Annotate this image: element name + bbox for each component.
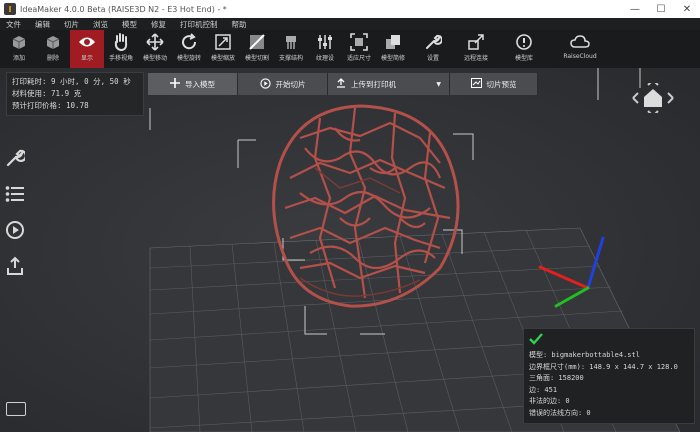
play-icon: [259, 77, 271, 91]
cloud-icon: [570, 33, 590, 51]
library-icon: [514, 33, 534, 51]
menu-printer-control[interactable]: 打印机控制: [180, 19, 218, 30]
menu-slice[interactable]: 切片: [64, 19, 79, 30]
plus-icon: [170, 78, 180, 90]
fit-size-button[interactable]: 适应尺寸: [342, 30, 376, 68]
menu-repair[interactable]: 修复: [151, 19, 166, 30]
list-icon: [5, 186, 24, 202]
menu-help[interactable]: 帮助: [232, 19, 247, 30]
sliders-icon: [315, 33, 335, 51]
preview-icon: [470, 78, 482, 90]
close-button[interactable]: ✕: [674, 0, 700, 18]
upload-to-printer-button[interactable]: 上传到打印机 ▼: [328, 73, 450, 95]
maximize-button[interactable]: ☐: [648, 0, 674, 18]
app-logo: I: [4, 3, 16, 15]
upload-icon: [336, 78, 346, 90]
menu-edit[interactable]: 编辑: [35, 19, 50, 30]
remote-connect-button[interactable]: 远程连接: [456, 30, 496, 68]
wrench-icon: [6, 149, 25, 167]
scale-icon: [213, 33, 233, 51]
cut-model-button[interactable]: 模型切割: [240, 30, 274, 68]
move-model-button[interactable]: 模型移动: [138, 30, 172, 68]
raisecloud-button[interactable]: RaiseCloud: [552, 30, 608, 68]
window-title: IdeaMaker 4.0.0 Beta (RAISE3D N2 - E3 Ho…: [20, 4, 227, 14]
model-name: 模型: bigmakerbottable4.stl: [529, 351, 640, 359]
remote-icon: [466, 33, 486, 51]
model-repair-button[interactable]: 模型简修: [376, 30, 410, 68]
model-list-button[interactable]: [0, 176, 30, 212]
export-side-button[interactable]: [0, 248, 30, 284]
toolbar: 添加 删除 显示 手移视角 模型移动 模型旋转 模型缩放 模型切割 支撑结构 纹…: [0, 30, 700, 68]
add-model-button[interactable]: 添加: [2, 30, 36, 68]
display-button[interactable]: 显示: [70, 30, 104, 68]
model-library-button[interactable]: 模型库: [496, 30, 552, 68]
chevron-down-icon: [647, 110, 659, 113]
texture-button[interactable]: 纹理设: [308, 30, 342, 68]
model-edges: 边: 451: [529, 385, 558, 394]
model-triangles: 三角面: 158200: [529, 374, 584, 382]
chevron-left-icon: [632, 92, 639, 104]
check-icon: [529, 333, 543, 345]
support-button[interactable]: 支撑结构: [274, 30, 308, 68]
hand-icon: [111, 33, 131, 51]
menu-bar: 文件 编辑 切片 浏览 模型 修复 打印机控制 帮助: [0, 18, 700, 30]
model-normal-errors: 错误的法线方向: 0: [529, 408, 591, 417]
pan-view-button[interactable]: 手移视角: [104, 30, 138, 68]
delete-model-icon: [43, 33, 63, 51]
model-info-panel: 模型: bigmakerbottable4.stl 边界框尺寸(mm): 148…: [523, 328, 695, 424]
minimize-button[interactable]: —: [622, 0, 648, 18]
left-sidebar: [0, 140, 30, 284]
action-bar: 导入模型 开始切片 上传到打印机 ▼ 切片预览: [148, 73, 538, 95]
print-price: 预计打印价格: 10.78: [12, 101, 89, 110]
start-print-side-button[interactable]: [0, 212, 30, 248]
fit-icon: [349, 33, 369, 51]
settings-side-button[interactable]: [0, 140, 30, 176]
material-usage: 材料使用: 71.9 克: [12, 89, 82, 98]
dropdown-arrow-icon[interactable]: ▼: [436, 81, 441, 88]
settings-button[interactable]: 设置: [410, 30, 456, 68]
menu-file[interactable]: 文件: [6, 19, 21, 30]
move-icon: [145, 33, 165, 51]
chevron-right-icon: [667, 92, 674, 104]
rotate-model-button[interactable]: 模型旋转: [172, 30, 206, 68]
print-stats-panel: 打印耗时: 9 小时, 0 分, 50 秒 材料使用: 71.9 克 预计打印价…: [6, 72, 144, 116]
menu-model[interactable]: 模型: [122, 19, 137, 30]
support-icon: [281, 33, 301, 51]
delete-model-button[interactable]: 删除: [36, 30, 70, 68]
keyboard-icon[interactable]: [6, 402, 26, 416]
wrench-icon: [423, 33, 443, 51]
repair-icon: [383, 33, 403, 51]
cut-icon: [247, 33, 267, 51]
menu-view[interactable]: 浏览: [93, 19, 108, 30]
start-slice-button[interactable]: 开始切片: [238, 73, 328, 95]
home-icon: [644, 89, 662, 107]
rotate-icon: [179, 33, 199, 51]
model-bounding-box: 边界框尺寸(mm): 148.9 x 144.7 x 128.0: [529, 362, 678, 371]
play-circle-icon: [6, 221, 24, 239]
view-nav-cluster[interactable]: [630, 83, 676, 113]
add-model-icon: [9, 33, 29, 51]
export-icon: [7, 256, 23, 275]
chevron-up-icon: [647, 83, 659, 86]
slice-preview-button[interactable]: 切片预览: [450, 73, 538, 95]
scale-model-button[interactable]: 模型缩放: [206, 30, 240, 68]
model-nonmanifold-edges: 非法的边: 0: [529, 397, 570, 405]
eye-icon: [77, 33, 97, 51]
import-model-button[interactable]: 导入模型: [148, 73, 238, 95]
print-time: 打印耗时: 9 小时, 0 分, 50 秒: [12, 77, 131, 86]
title-bar: I IdeaMaker 4.0.0 Beta (RAISE3D N2 - E3 …: [0, 0, 700, 18]
